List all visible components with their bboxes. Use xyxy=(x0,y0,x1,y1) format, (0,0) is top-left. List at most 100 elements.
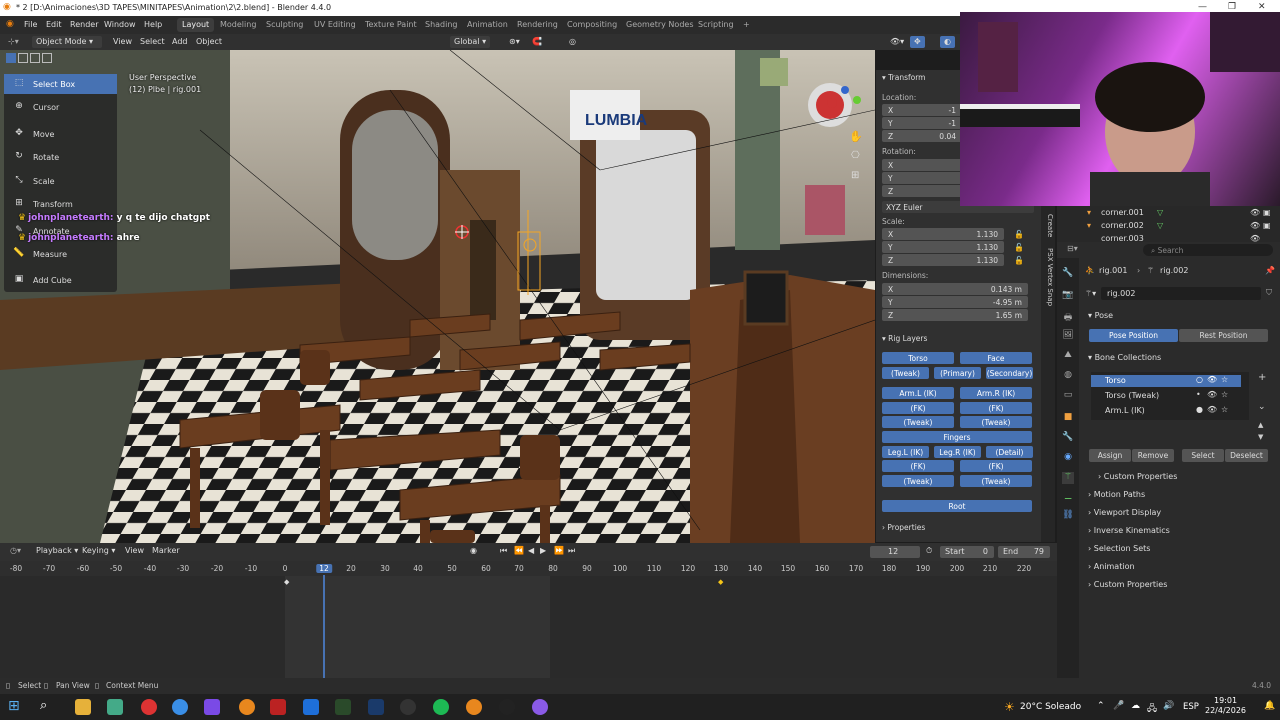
collection-tab-icon[interactable]: ▭ xyxy=(1062,390,1074,402)
keyframe-icon[interactable]: ◆ xyxy=(284,578,289,586)
radio-dot-icon[interactable]: ● xyxy=(1196,405,1203,414)
dimension-y-field[interactable]: Y -4.95 m xyxy=(882,296,1028,308)
radio-dot-icon[interactable]: ○ xyxy=(1196,375,1203,384)
blender-taskbar-icon[interactable] xyxy=(239,699,255,715)
rotation-y-field[interactable]: Y xyxy=(882,172,962,184)
rig-layer-leg-r-fk[interactable]: (FK) xyxy=(960,460,1032,472)
weather-icon[interactable]: ☀ xyxy=(1004,700,1015,714)
list-item[interactable]: Torso ○ 👁 ☆ xyxy=(1091,375,1241,387)
play-icon[interactable]: ▶ xyxy=(536,545,550,557)
rest-position-button[interactable]: Rest Position xyxy=(1179,329,1268,342)
tab-rendering[interactable]: Rendering xyxy=(512,18,563,32)
armature-name-field[interactable]: rig.002 xyxy=(1101,287,1261,300)
microphone-icon[interactable]: 🎤 xyxy=(1113,701,1124,711)
bone-constraint-tab-icon[interactable]: ⛓ xyxy=(1062,510,1074,522)
stopwatch-icon[interactable]: ⏱ xyxy=(922,545,936,557)
select-button[interactable]: Select xyxy=(1182,449,1224,462)
outliner-item[interactable]: ▾ corner.002 ▽ 👁 ▣ xyxy=(1057,219,1280,232)
rig-layer-torso[interactable]: Torso xyxy=(882,352,954,364)
pose-panel-header[interactable]: ▾ Pose xyxy=(1088,311,1113,320)
rig-layer-arm-r-ik[interactable]: Arm.R (IK) xyxy=(960,387,1032,399)
rig-layer-arm-l-ik[interactable]: Arm.L (IK) xyxy=(882,387,954,399)
bone-tab-icon[interactable]: ⚊ xyxy=(1062,492,1074,504)
tool-tab-icon[interactable]: 🔧 xyxy=(1062,268,1074,280)
app-icon[interactable] xyxy=(499,699,515,715)
language-indicator[interactable]: ESP xyxy=(1183,702,1199,712)
add-workspace-icon[interactable]: + xyxy=(738,18,755,32)
maximize-icon[interactable]: ❐ xyxy=(1228,2,1236,12)
tab-create[interactable]: Create xyxy=(1042,214,1054,237)
add-collection-icon[interactable]: + xyxy=(1258,372,1266,383)
select-invert-icon[interactable] xyxy=(42,53,52,63)
video-app-icon[interactable] xyxy=(270,699,286,715)
visibility-eye-icon[interactable]: 👁 xyxy=(1250,208,1260,217)
mode-dropdown[interactable]: Object Mode ▾ xyxy=(32,36,102,48)
inverse-kinematics-header[interactable]: › Inverse Kinematics xyxy=(1088,526,1170,535)
spotify-icon[interactable] xyxy=(433,699,449,715)
dimension-x-field[interactable]: X 0.143 m xyxy=(882,283,1028,295)
modifier-tab-icon[interactable]: 🔧 xyxy=(1062,432,1074,444)
menu-file[interactable]: File xyxy=(24,20,37,29)
select-mode-buttons[interactable] xyxy=(6,53,58,65)
rig-layer-arm-r-fk[interactable]: (FK) xyxy=(960,402,1032,414)
tool-move[interactable]: ✥ Move xyxy=(4,124,117,144)
gizmo-icon[interactable]: ✥ xyxy=(910,36,925,48)
photos-icon[interactable] xyxy=(303,699,319,715)
end-frame-field[interactable]: End 79 xyxy=(998,546,1050,558)
chrome-icon[interactable] xyxy=(107,699,123,715)
select-menu[interactable]: Select xyxy=(136,36,169,48)
remove-button[interactable]: Remove xyxy=(1132,449,1174,462)
rig-layer-root[interactable]: Root xyxy=(882,500,1032,512)
custom-properties-header[interactable]: › Custom Properties xyxy=(1088,580,1167,589)
location-y-field[interactable]: Y -1 xyxy=(882,117,962,129)
tab-uv-editing[interactable]: UV Editing xyxy=(309,18,361,32)
tray-chevron-icon[interactable]: ⌃ xyxy=(1097,701,1105,711)
rig-layer-leg-l-tweak[interactable]: (Tweak) xyxy=(882,475,954,487)
rig-layer-arm-l-fk[interactable]: (FK) xyxy=(882,402,954,414)
lock-icon[interactable]: 🔓 xyxy=(1014,256,1024,265)
app-icon[interactable] xyxy=(204,699,220,715)
playhead-frame-label[interactable]: 12 xyxy=(316,564,332,573)
outliner-item[interactable]: corner.003 👁 xyxy=(1057,232,1280,242)
pin-icon[interactable]: 📌 xyxy=(1265,266,1275,275)
current-frame-field[interactable]: 12 xyxy=(870,546,920,558)
keyframe-icon[interactable]: ◆ xyxy=(718,578,723,586)
custom-properties-subheader[interactable]: › Custom Properties xyxy=(1098,472,1177,481)
deselect-button[interactable]: Deselect xyxy=(1225,449,1268,462)
menu-render[interactable]: Render xyxy=(70,20,98,29)
scale-z-field[interactable]: Z 1.130 xyxy=(882,254,1004,266)
opera-icon[interactable] xyxy=(141,699,157,715)
discord-icon[interactable] xyxy=(532,699,548,715)
rotation-x-field[interactable]: X xyxy=(882,159,962,171)
scale-x-field[interactable]: X 1.130 xyxy=(882,228,1004,240)
tab-texture-paint[interactable]: Texture Paint xyxy=(360,18,422,32)
fake-user-shield-icon[interactable]: ⛉ xyxy=(1266,288,1272,298)
radio-dot-icon[interactable]: • xyxy=(1196,390,1201,399)
clock-editor-icon[interactable]: ◷▾ xyxy=(6,545,25,557)
playhead-line[interactable] xyxy=(323,575,325,678)
close-icon[interactable]: ✕ xyxy=(1258,2,1266,12)
visibility-eye-icon[interactable]: 👁 xyxy=(1207,405,1217,414)
tool-add-cube[interactable]: ▣ Add Cube xyxy=(4,270,117,290)
select-new-icon[interactable] xyxy=(6,53,16,63)
jump-start-icon[interactable]: ⏮ xyxy=(496,545,511,557)
add-menu[interactable]: Add xyxy=(168,36,192,48)
star-icon[interactable]: ☆ xyxy=(1221,390,1228,399)
blender-taskbar-icon[interactable] xyxy=(466,699,482,715)
navigate-hand-icon[interactable]: ✋ xyxy=(849,130,863,143)
list-item[interactable]: Torso (Tweak) • 👁 ☆ xyxy=(1091,390,1241,402)
rig-layer-detail[interactable]: (Detail) xyxy=(986,446,1033,458)
armature-data-tab-icon[interactable]: ⚚ xyxy=(1062,472,1074,484)
file-explorer-icon[interactable] xyxy=(75,699,91,715)
3d-viewport[interactable]: LUMBIA User Perspective (12) Plbe | rig.… xyxy=(0,50,875,543)
object-menu[interactable]: Object xyxy=(192,36,226,48)
rig-layer-fingers[interactable]: Fingers xyxy=(882,431,1032,443)
rotation-z-field[interactable]: Z xyxy=(882,185,962,197)
rig-layer-arm-r-tweak[interactable]: (Tweak) xyxy=(960,416,1032,428)
location-x-field[interactable]: X -1 xyxy=(882,104,962,116)
keying-menu[interactable]: Keying ▾ xyxy=(78,545,119,557)
select-subtract-icon[interactable] xyxy=(30,53,40,63)
grid-view-icon[interactable]: ⊞ xyxy=(851,170,859,181)
scene-tab-icon[interactable]: ⛰ xyxy=(1062,350,1074,362)
camera-icon[interactable]: ⎔ xyxy=(851,150,860,161)
